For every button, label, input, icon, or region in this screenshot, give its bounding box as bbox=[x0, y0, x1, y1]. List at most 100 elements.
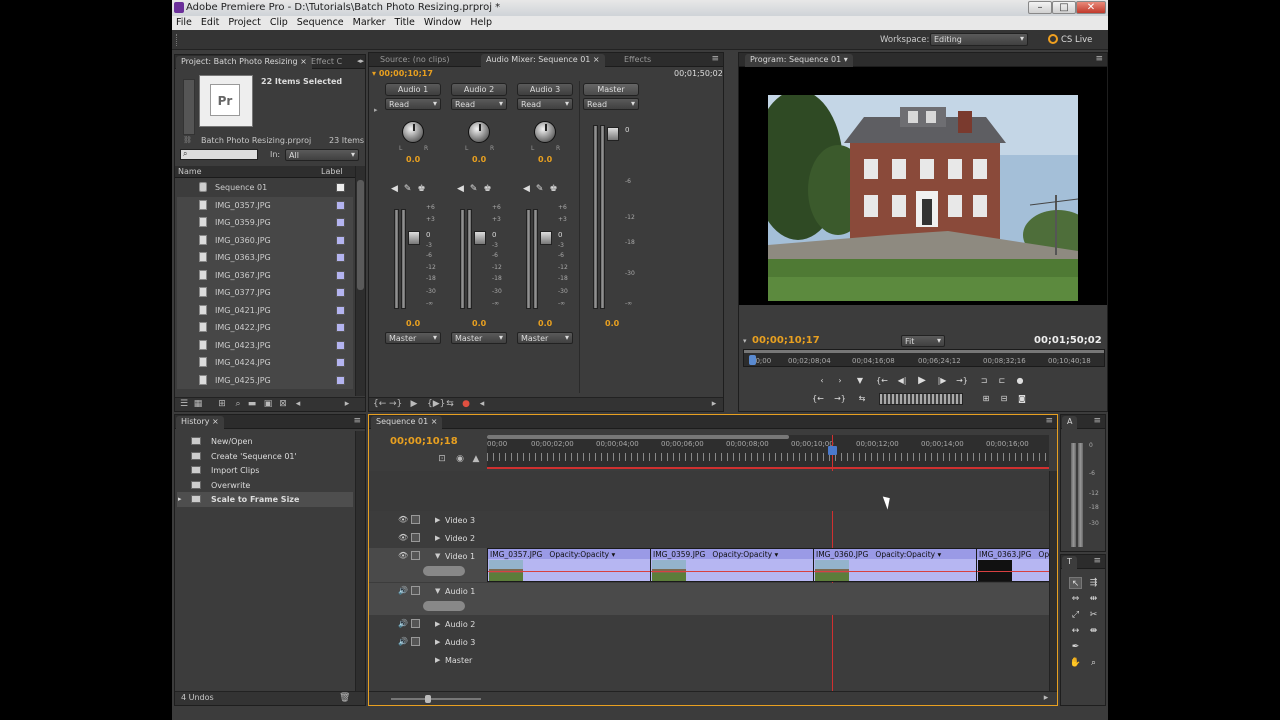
history-item-current[interactable]: ▸ Scale to Frame Size bbox=[177, 492, 353, 507]
list-item[interactable]: IMG_0425.JPG bbox=[177, 371, 353, 389]
timeline-clip[interactable]: IMG_0357.JPG Opacity:Opacity ▾ bbox=[487, 548, 651, 582]
expand-arrow-icon[interactable]: ▶ bbox=[435, 516, 440, 524]
label-swatch[interactable] bbox=[336, 340, 345, 350]
lock-icon[interactable] bbox=[411, 586, 420, 595]
menu-help[interactable]: Help bbox=[466, 16, 497, 28]
step-back-icon[interactable]: ◀| bbox=[895, 375, 909, 387]
clear-icon[interactable]: ⊠ bbox=[278, 400, 288, 409]
left-arrow-icon[interactable]: ◂ bbox=[477, 400, 487, 409]
expand-arrow-icon[interactable]: ▶ bbox=[435, 656, 440, 664]
automation-mode-audio-2[interactable]: Read bbox=[451, 98, 507, 110]
label-swatch[interactable] bbox=[336, 288, 345, 297]
menu-file[interactable]: File bbox=[172, 16, 197, 28]
list-item[interactable]: IMG_0377.JPG bbox=[177, 284, 353, 302]
expand-arrow-icon[interactable]: ▶ bbox=[435, 620, 440, 628]
pen-tool-icon[interactable]: ✒ bbox=[1069, 641, 1082, 653]
label-swatch[interactable] bbox=[336, 323, 345, 332]
pan-knob-audio-2[interactable] bbox=[468, 121, 490, 143]
step-forward-marker-icon[interactable]: › bbox=[833, 375, 847, 387]
volume-fader-master[interactable] bbox=[593, 125, 623, 309]
expand-arrow-icon[interactable]: ▶ bbox=[435, 534, 440, 542]
play-in-to-out-icon[interactable]: {▶} bbox=[427, 400, 445, 409]
label-swatch[interactable] bbox=[336, 270, 345, 280]
scrollbar-thumb[interactable] bbox=[357, 180, 364, 290]
trim-out-icon[interactable]: →} bbox=[833, 393, 847, 405]
close-button[interactable]: ✕ bbox=[1076, 1, 1106, 14]
lock-icon[interactable] bbox=[411, 515, 420, 524]
history-scrollbar[interactable] bbox=[355, 431, 365, 691]
tab-tools[interactable]: T bbox=[1062, 556, 1077, 569]
playhead-marker[interactable] bbox=[749, 355, 756, 365]
left-arrow-icon[interactable]: ◂ bbox=[293, 400, 303, 409]
record-icon[interactable]: ♚ bbox=[417, 184, 431, 194]
panel-scroll-arrows[interactable]: ◂▸ bbox=[357, 57, 364, 65]
program-time-ruler[interactable]: 00;00 00;02;08;04 00;04;16;08 00;06;24;1… bbox=[743, 349, 1105, 367]
right-arrow-icon[interactable]: ▸ bbox=[1041, 694, 1051, 703]
output-select-audio-3[interactable]: Master bbox=[517, 332, 573, 344]
list-item[interactable]: IMG_0422.JPG bbox=[177, 319, 353, 337]
automation-mode-master[interactable]: Read bbox=[583, 98, 639, 110]
timeline-clip[interactable]: IMG_0363.JPG Op bbox=[976, 548, 1049, 582]
selection-tool-icon[interactable]: ↖ bbox=[1069, 577, 1082, 589]
label-swatch[interactable] bbox=[336, 183, 345, 192]
record-button-icon[interactable]: ● bbox=[461, 400, 471, 409]
export-frame-icon[interactable]: ● bbox=[1013, 375, 1027, 387]
icon-view-icon[interactable]: ▦ bbox=[193, 400, 203, 409]
volume-fader-audio-2[interactable] bbox=[460, 209, 490, 309]
extract-icon[interactable]: ⊏ bbox=[995, 375, 1009, 387]
panel-menu-icon[interactable]: ≡ bbox=[1093, 416, 1101, 426]
automation-mode-audio-1[interactable]: Read bbox=[385, 98, 441, 110]
collapse-arrow-icon[interactable]: ▼ bbox=[435, 587, 440, 595]
mute-icon[interactable]: ◀ bbox=[391, 184, 404, 194]
eye-icon[interactable]: 👁 bbox=[398, 533, 408, 542]
right-arrow-icon[interactable]: ▸ bbox=[342, 400, 352, 409]
label-swatch[interactable] bbox=[336, 200, 345, 210]
rate-stretch-tool-icon[interactable]: ⤢ bbox=[1069, 609, 1082, 621]
panel-menu-icon[interactable]: ≡ bbox=[1095, 54, 1103, 64]
label-swatch[interactable] bbox=[336, 253, 345, 262]
speaker-icon[interactable]: 🔊 bbox=[398, 586, 408, 595]
slip-tool-icon[interactable]: ↔ bbox=[1069, 625, 1082, 637]
list-item[interactable]: IMG_0423.JPG bbox=[177, 336, 353, 354]
zoom-slider-handle[interactable] bbox=[425, 695, 431, 703]
speaker-icon[interactable]: 🔊 bbox=[398, 637, 408, 646]
list-item[interactable]: Sequence 01 bbox=[177, 179, 353, 197]
hand-tool-icon[interactable]: ✋ bbox=[1069, 657, 1082, 669]
right-arrow-icon[interactable]: ▸ bbox=[709, 400, 719, 409]
go-to-in-icon[interactable]: {← bbox=[373, 400, 386, 409]
label-swatch[interactable] bbox=[336, 375, 345, 385]
rolling-edit-tool-icon[interactable]: ⇹ bbox=[1087, 593, 1100, 605]
minimize-button[interactable]: – bbox=[1028, 1, 1052, 14]
lock-icon[interactable] bbox=[411, 533, 420, 542]
label-swatch[interactable] bbox=[336, 358, 345, 367]
list-item[interactable]: IMG_0367.JPG bbox=[177, 266, 353, 284]
menu-marker[interactable]: Marker bbox=[349, 16, 391, 28]
collapse-arrow-icon[interactable]: ▼ bbox=[435, 552, 440, 560]
slide-tool-icon[interactable]: ⇼ bbox=[1087, 625, 1100, 637]
volume-fader-audio-1[interactable] bbox=[394, 209, 424, 309]
menu-project[interactable]: Project bbox=[224, 16, 266, 28]
in-filter-select[interactable]: All bbox=[285, 149, 359, 161]
fader-handle[interactable] bbox=[408, 231, 420, 245]
tab-program[interactable]: Program: Sequence 01 ▾ bbox=[745, 54, 853, 67]
solo-icon[interactable]: ✎ bbox=[404, 184, 418, 194]
expand-arrow-icon[interactable]: ▾ bbox=[743, 337, 747, 345]
history-item[interactable]: Overwrite bbox=[177, 478, 353, 493]
solo-icon[interactable]: ✎ bbox=[536, 184, 550, 194]
eye-icon[interactable]: 👁 bbox=[398, 551, 408, 560]
zoom-fit-select[interactable]: Fit bbox=[901, 335, 945, 347]
playhead-handle[interactable] bbox=[828, 446, 837, 455]
play-icon[interactable]: ▶ bbox=[915, 375, 929, 387]
output-select-audio-1[interactable]: Master bbox=[385, 332, 441, 344]
menu-title[interactable]: Title bbox=[391, 16, 420, 28]
list-item[interactable]: IMG_0360.JPG bbox=[177, 231, 353, 249]
ripple-edit-tool-icon[interactable]: ⇔ bbox=[1069, 593, 1082, 605]
project-search-input[interactable]: ⌕ bbox=[180, 149, 258, 160]
history-item[interactable]: Create 'Sequence 01' bbox=[177, 449, 353, 464]
go-to-out-icon[interactable]: →} bbox=[389, 400, 402, 409]
history-item[interactable]: Import Clips bbox=[177, 463, 353, 478]
expand-arrow-icon[interactable]: ▸ bbox=[374, 106, 378, 114]
list-item[interactable]: IMG_0421.JPG bbox=[177, 301, 353, 319]
workspace-select[interactable]: Editing bbox=[930, 33, 1028, 46]
zoom-bar[interactable] bbox=[744, 350, 1104, 353]
